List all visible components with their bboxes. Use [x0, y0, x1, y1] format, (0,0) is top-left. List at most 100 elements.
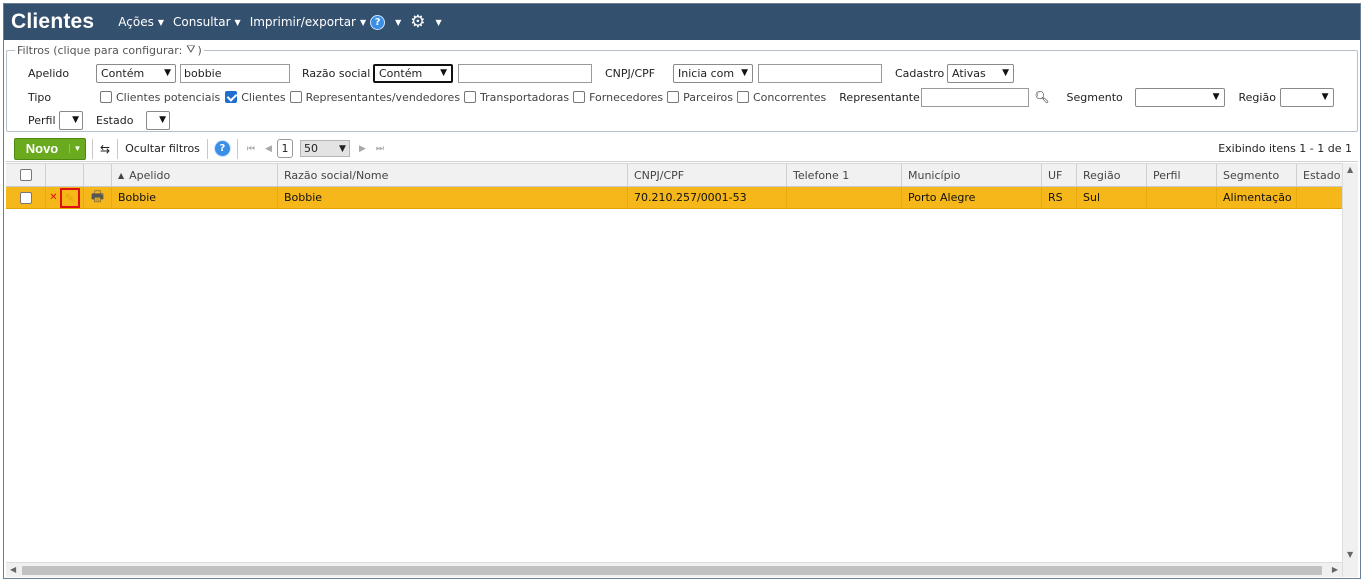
header-actions: [46, 164, 84, 186]
cadastro-label: Cadastro: [895, 66, 945, 80]
chevron-down-icon: ▼: [395, 17, 402, 27]
column-apelido[interactable]: ▲ Apelido: [112, 164, 278, 186]
filters-row-1: Apelido Contém ▼ bobbie Razão social Cont…: [7, 62, 1014, 84]
tipo-concorrentes[interactable]: Concorrentes: [736, 91, 826, 104]
tipo-representantes[interactable]: Representantes/vendedores: [289, 90, 461, 104]
column-segmento[interactable]: Segmento: [1217, 164, 1297, 186]
tipo-option-label: Clientes: [241, 90, 286, 104]
hide-filters-button[interactable]: Ocultar filtros: [122, 142, 203, 155]
cell-segmento: Alimentação: [1217, 187, 1297, 208]
filters-legend[interactable]: Filtros (clique para configurar: ⛛ ): [15, 43, 204, 57]
apelido-label: Apelido: [28, 66, 70, 80]
row-checkbox[interactable]: [19, 191, 32, 204]
apelido-mode-select[interactable]: Contém ▼: [96, 63, 176, 83]
vertical-scrollbar[interactable]: ▲ ▼: [1342, 163, 1358, 577]
cadastro-value: Ativas: [952, 66, 986, 80]
column-municipio[interactable]: Município: [902, 164, 1042, 186]
search-icon[interactable]: 🔍︎: [1034, 90, 1049, 104]
column-estado[interactable]: Estado: [1297, 164, 1342, 186]
cell-apelido: Bobbie: [112, 187, 278, 208]
segmento-select[interactable]: ▼: [1134, 87, 1225, 107]
horizontal-scrollbar[interactable]: ◀ ▶: [6, 562, 1342, 577]
items-count: Exibindo itens 1 - 1 de 1: [1218, 142, 1352, 155]
chevron-down-icon[interactable]: ▼: [69, 144, 85, 153]
tipo-option-label: Representantes/vendedores: [305, 90, 461, 104]
checkbox[interactable]: [464, 91, 477, 103]
edit-icon[interactable]: ✎: [59, 187, 80, 208]
scroll-thumb[interactable]: [22, 566, 1322, 575]
scroll-right-icon[interactable]: ▶: [1332, 565, 1338, 574]
tipo-label: Tipo: [28, 90, 52, 104]
cnpj-mode-select[interactable]: Inicia com ▼: [673, 63, 753, 83]
first-page-icon[interactable]: ⏮: [247, 144, 255, 154]
cnpj-input[interactable]: [758, 63, 882, 83]
checkbox[interactable]: [573, 91, 586, 103]
razao-social-mode-select[interactable]: Contém ▼: [373, 63, 453, 83]
scroll-up-icon[interactable]: ▲: [1347, 165, 1353, 174]
cell-razao-social: Bobbie: [278, 187, 628, 208]
scroll-left-icon[interactable]: ◀: [10, 565, 16, 574]
checkbox[interactable]: [100, 91, 112, 103]
tipo-clientes[interactable]: Clientes: [225, 90, 286, 104]
regiao-select[interactable]: ▼: [1279, 87, 1334, 107]
menu-consultar[interactable]: Consultar ▼: [173, 15, 241, 29]
prev-page-icon[interactable]: ◀: [265, 144, 272, 154]
cell-cnpj: 70.210.257/0001-53: [628, 187, 787, 208]
apelido-input[interactable]: bobbie: [180, 63, 290, 83]
page-number-input[interactable]: 1: [276, 139, 293, 158]
checkbox[interactable]: [736, 91, 749, 103]
next-page-icon[interactable]: ▶: [359, 144, 366, 154]
select-all-checkbox[interactable]: [19, 169, 32, 181]
novo-button[interactable]: Novo ▼: [14, 137, 86, 160]
table-row[interactable]: ✕ ✎ 🖶 Bobbie Bobbie 70.210.257/0001-53 P…: [6, 187, 1358, 209]
chevron-down-icon: ▼: [1321, 92, 1329, 102]
grid-header: ▲ Apelido Razão social/Nome CNPJ/CPF Tele…: [6, 163, 1358, 187]
top-bar: Clientes Ações ▼ Consultar ▼ Imprimir/expo…: [4, 4, 1360, 40]
printer-icon[interactable]: 🖶: [91, 187, 104, 208]
delete-icon[interactable]: ✕: [49, 192, 57, 203]
tipo-parceiros[interactable]: Parceiros: [667, 91, 733, 104]
header-print: [84, 164, 112, 186]
chevron-down-icon: ▼: [1212, 92, 1220, 102]
menu-help[interactable]: ? ▼: [370, 14, 402, 30]
chevron-down-icon: ▼: [157, 17, 165, 27]
toolbar-separator: [236, 138, 238, 159]
help-icon[interactable]: ?: [213, 140, 231, 157]
perfil-select[interactable]: ▼: [59, 110, 83, 130]
menu-acoes[interactable]: Ações ▼: [118, 15, 164, 29]
estado-select[interactable]: ▼: [146, 110, 170, 130]
tipo-transportadoras[interactable]: Transportadoras: [464, 91, 569, 104]
menu-settings[interactable]: ⚙ ▼: [410, 11, 441, 32]
segmento-label: Segmento: [1066, 90, 1123, 104]
column-telefone[interactable]: Telefone 1: [787, 164, 902, 186]
column-razao-social[interactable]: Razão social/Nome: [278, 164, 628, 186]
filter-icon[interactable]: ⛛: [186, 43, 195, 57]
apelido-mode-value: Contém: [101, 66, 145, 80]
last-page-icon[interactable]: ⏭: [376, 144, 384, 154]
sort-asc-icon: ▲: [118, 170, 125, 180]
checkbox-checked[interactable]: [225, 91, 238, 103]
cadastro-select[interactable]: Ativas ▼: [947, 63, 1014, 83]
column-uf[interactable]: UF: [1042, 164, 1077, 186]
cnpj-label: CNPJ/CPF: [605, 66, 656, 80]
checkbox[interactable]: [667, 91, 680, 103]
menu-imprimir-exportar[interactable]: Imprimir/exportar ▼: [250, 15, 366, 29]
tipo-option-label: Fornecedores: [589, 90, 664, 104]
column-regiao[interactable]: Região: [1077, 164, 1147, 186]
chevron-down-icon: ▼: [741, 68, 748, 78]
column-perfil[interactable]: Perfil: [1147, 164, 1217, 186]
clients-grid: ▲ Apelido Razão social/Nome CNPJ/CPF Tele…: [6, 163, 1358, 209]
refresh-button[interactable]: ⇆: [97, 142, 113, 156]
app-window: Clientes Ações ▼ Consultar ▼ Imprimir/expo…: [3, 3, 1361, 579]
checkbox[interactable]: [289, 91, 302, 103]
representante-input[interactable]: [921, 87, 1030, 107]
gear-icon: ⚙: [410, 11, 426, 32]
page-size-select[interactable]: 50 ▼: [299, 140, 350, 157]
column-cnpj[interactable]: CNPJ/CPF: [628, 164, 787, 186]
tipo-clientes-potenciais[interactable]: Clientes potenciais: [100, 91, 220, 104]
razao-social-input[interactable]: [458, 63, 592, 83]
chevron-down-icon: ▼: [234, 17, 241, 27]
tipo-fornecedores[interactable]: Fornecedores: [573, 91, 663, 104]
chevron-down-icon: ▼: [440, 68, 447, 78]
scroll-down-icon[interactable]: ▼: [1347, 550, 1353, 559]
